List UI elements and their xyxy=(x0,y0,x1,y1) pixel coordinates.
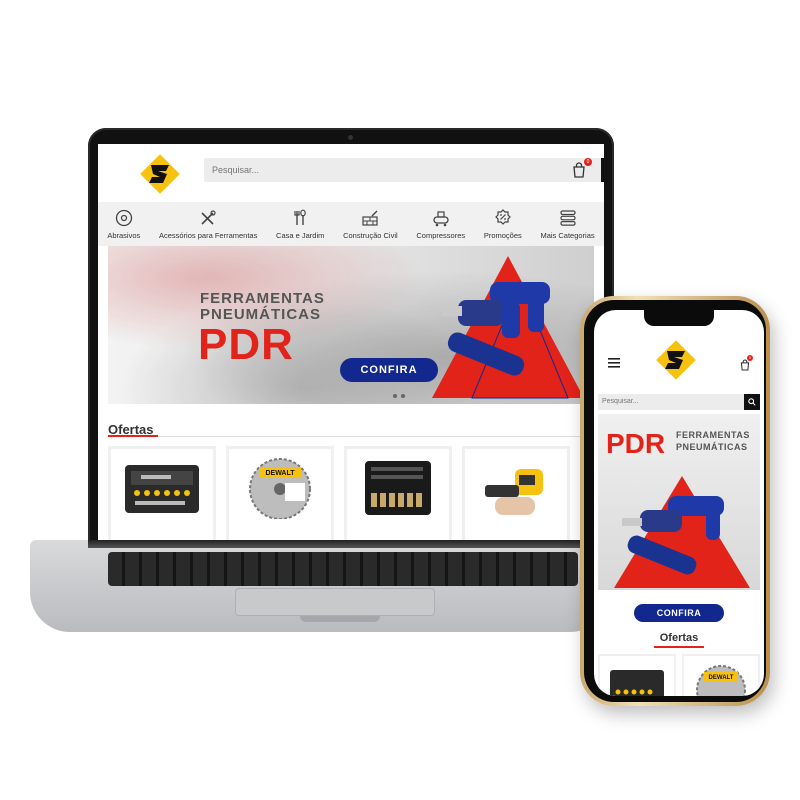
search-bar xyxy=(204,158,604,182)
section-title-ofertas: Ofertas xyxy=(659,632,699,644)
compressor-icon xyxy=(433,210,449,226)
socket-kit-icon xyxy=(365,461,431,515)
phone-bezel: 0 PDR FERRAMENTAS PNEUMÁTICAS xyxy=(584,300,766,702)
product-card[interactable]: DEWALT xyxy=(226,446,334,548)
discount-badge-icon xyxy=(494,208,511,225)
hamburger-menu-icon[interactable] xyxy=(608,358,620,368)
cart-button[interactable]: 0 xyxy=(572,158,592,182)
nav-item-promocoes[interactable]: Promoções xyxy=(483,208,522,240)
banner-headline: PDR xyxy=(606,428,666,459)
search-input[interactable] xyxy=(212,158,592,182)
trackpad xyxy=(235,588,435,616)
product-card[interactable] xyxy=(462,446,570,548)
tools-icon xyxy=(201,209,216,225)
nav-label: Promoções xyxy=(483,230,522,240)
search-button[interactable] xyxy=(744,394,760,410)
brand-logo[interactable] xyxy=(136,150,184,198)
nav-item-casa-jardim[interactable]: Casa e Jardim xyxy=(276,209,324,240)
brand-label: DEWALT xyxy=(709,675,734,681)
search-bar xyxy=(598,394,760,410)
carousel-dots[interactable] xyxy=(393,394,405,398)
confira-button[interactable]: CONFIRA xyxy=(634,604,724,622)
nav-label: Abrasivos xyxy=(107,230,141,240)
confira-button[interactable]: CONFIRA xyxy=(340,358,438,382)
nav-item-abrasivos[interactable]: Abrasivos xyxy=(107,209,140,240)
laptop-frame: 0 Abrasivos Acessórios para Ferramentas … xyxy=(88,128,614,548)
pneumatic-tools-graphic xyxy=(614,476,750,588)
saw-blade-icon: DEWALT xyxy=(696,665,746,696)
disc-icon xyxy=(115,209,132,226)
cart-count-badge: 0 xyxy=(747,355,753,361)
cart-button[interactable]: 0 xyxy=(740,355,753,371)
brand-label: DEWALT xyxy=(265,470,295,477)
stack-menu-icon xyxy=(559,209,576,226)
laptop-hinge xyxy=(88,540,614,548)
nav-label: Casa e Jardim xyxy=(276,230,325,240)
nav-item-construcao[interactable]: Construção Civil xyxy=(343,209,398,240)
keyboard xyxy=(108,552,578,586)
socket-case-icon xyxy=(125,465,199,513)
search-input[interactable] xyxy=(602,394,742,410)
banner-subtitle-1: FERRAMENTAS xyxy=(200,290,325,307)
search-button[interactable] xyxy=(601,158,604,182)
product-card[interactable] xyxy=(598,654,676,696)
banner-subtitle-2: PNEUMÁTICAS xyxy=(676,442,748,452)
product-card[interactable]: DEWALT xyxy=(682,654,760,696)
mobile-site: 0 PDR FERRAMENTAS PNEUMÁTICAS xyxy=(594,310,764,696)
laptop-notch xyxy=(300,616,380,622)
power-tool-icon xyxy=(485,469,543,515)
banner-headline: PDR xyxy=(198,320,294,369)
section-divider xyxy=(108,435,594,437)
product-card[interactable] xyxy=(344,446,452,548)
category-nav: Abrasivos Acessórios para Ferramentas Ca… xyxy=(98,202,604,246)
product-card[interactable] xyxy=(108,446,216,548)
camera-icon xyxy=(348,135,353,140)
hero-banner[interactable]: FERRAMENTAS PNEUMÁTICAS PDR CONFIRA xyxy=(108,246,594,404)
socket-case-icon xyxy=(610,670,664,696)
brand-logo[interactable] xyxy=(652,336,700,384)
nav-label: Compressores xyxy=(416,230,466,240)
nav-item-compressores[interactable]: Compressores xyxy=(416,209,465,240)
search-icon xyxy=(748,398,756,406)
desktop-site: 0 Abrasivos Acessórios para Ferramentas … xyxy=(98,144,604,548)
brick-wall-icon xyxy=(362,210,378,226)
phone-notch xyxy=(644,310,714,326)
section-divider xyxy=(654,646,704,648)
pneumatic-tools-graphic xyxy=(432,256,584,399)
nav-item-mais-categorias[interactable]: Mais Categorias xyxy=(540,209,595,240)
product-carousel: DEWALT xyxy=(598,654,760,696)
garden-tools-icon xyxy=(294,209,307,225)
nav-label: Mais Categorias xyxy=(540,230,595,240)
product-carousel: DEWALT xyxy=(108,446,594,548)
nav-label: Acessórios para Ferramentas xyxy=(158,230,258,240)
site-header: 0 xyxy=(98,144,604,202)
nav-label: Construção Civil xyxy=(343,230,398,240)
saw-blade-icon: DEWALT xyxy=(249,458,311,520)
banner-subtitle-1: FERRAMENTAS xyxy=(676,430,750,440)
cart-count-badge: 0 xyxy=(584,158,592,166)
hero-banner[interactable]: PDR FERRAMENTAS PNEUMÁTICAS xyxy=(598,414,760,590)
nav-item-acessorios[interactable]: Acessórios para Ferramentas xyxy=(159,209,257,240)
phone-frame: 0 PDR FERRAMENTAS PNEUMÁTICAS xyxy=(580,296,770,706)
